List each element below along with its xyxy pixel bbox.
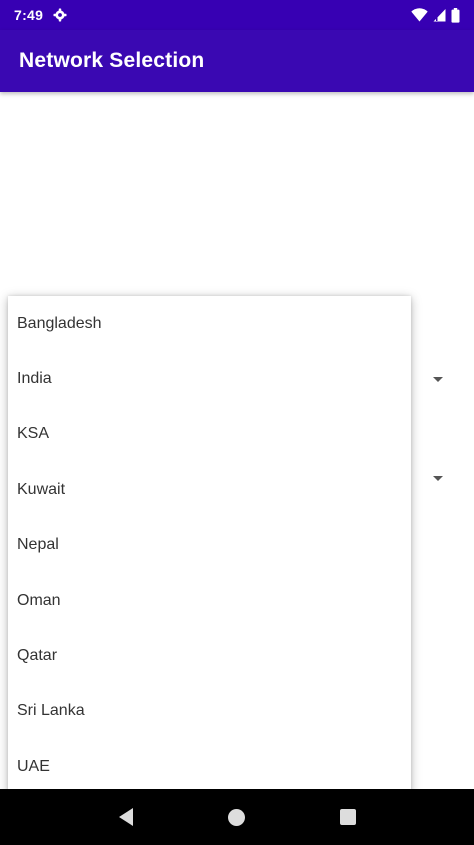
dropdown-item-kuwait[interactable]: Kuwait — [8, 462, 411, 517]
home-button[interactable] — [217, 797, 257, 837]
chevron-down-icon[interactable] — [433, 377, 443, 382]
status-bar: 7:49 — [0, 0, 474, 30]
dropdown-item-uae[interactable]: UAE — [8, 739, 411, 794]
status-time: 7:49 — [14, 7, 44, 23]
dropdown-item-oman[interactable]: Oman — [8, 573, 411, 628]
dropdown-item-nepal[interactable]: Nepal — [8, 518, 411, 573]
back-icon — [118, 808, 133, 826]
screen: 7:49 Network Selection Bangladesh India … — [0, 0, 474, 845]
wifi-icon — [411, 8, 428, 22]
country-dropdown-list: Bangladesh India KSA Kuwait Nepal Oman Q… — [8, 296, 411, 796]
recents-icon — [340, 809, 357, 825]
navigation-bar — [0, 789, 474, 845]
dropdown-item-bangladesh[interactable]: Bangladesh — [8, 296, 411, 351]
recents-button[interactable] — [328, 797, 368, 837]
page-title: Network Selection — [19, 49, 205, 72]
chevron-down-icon[interactable] — [433, 476, 443, 481]
dropdown-item-india[interactable]: India — [8, 351, 411, 406]
signal-icon — [433, 8, 446, 22]
dropdown-item-ksa[interactable]: KSA — [8, 407, 411, 462]
home-icon — [228, 808, 246, 826]
back-button[interactable] — [106, 797, 146, 837]
gear-icon — [53, 8, 67, 22]
status-icons — [411, 7, 460, 23]
app-bar: Network Selection — [0, 30, 474, 92]
dropdown-item-sri-lanka[interactable]: Sri Lanka — [8, 684, 411, 739]
battery-icon — [451, 7, 460, 23]
dropdown-item-qatar[interactable]: Qatar — [8, 628, 411, 683]
